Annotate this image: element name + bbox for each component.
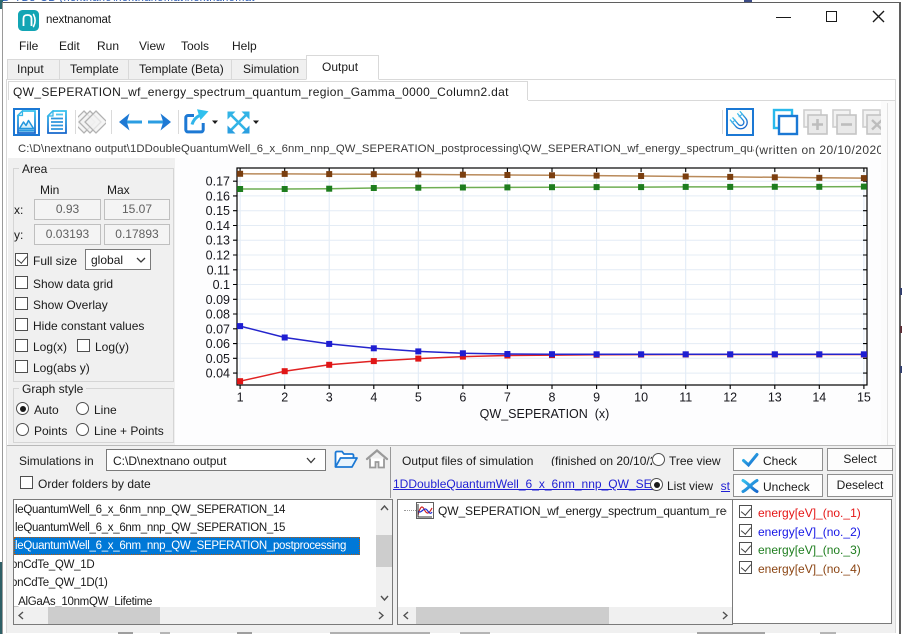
svg-text:QW_SEPERATION (x): QW_SEPERATION (x)	[480, 407, 610, 421]
svg-text:11: 11	[679, 391, 692, 405]
svg-text:0.12: 0.12	[206, 249, 230, 263]
svg-text:1: 1	[237, 391, 244, 405]
svg-text:15: 15	[857, 391, 871, 405]
svg-text:0.1: 0.1	[213, 278, 230, 292]
svg-text:5: 5	[415, 391, 422, 405]
svg-text:0.04: 0.04	[206, 367, 230, 381]
svg-text:7: 7	[504, 391, 511, 405]
svg-text:0.16: 0.16	[206, 189, 230, 203]
svg-text:10: 10	[634, 391, 648, 405]
svg-text:0.08: 0.08	[206, 308, 230, 322]
svg-text:12: 12	[723, 391, 737, 405]
svg-text:0.07: 0.07	[206, 322, 230, 336]
svg-text:9: 9	[593, 391, 600, 405]
svg-text:0.11: 0.11	[207, 263, 230, 277]
svg-text:0.17: 0.17	[206, 175, 230, 189]
svg-text:4: 4	[370, 391, 377, 405]
svg-text:6: 6	[459, 391, 466, 405]
svg-text:0.05: 0.05	[206, 352, 230, 366]
svg-text:2: 2	[281, 391, 288, 405]
svg-text:0.14: 0.14	[206, 219, 230, 233]
svg-text:13: 13	[768, 391, 782, 405]
svg-text:0.13: 0.13	[206, 234, 230, 248]
svg-text:8: 8	[549, 391, 556, 405]
svg-text:0.09: 0.09	[206, 293, 230, 307]
svg-text:0.15: 0.15	[206, 204, 230, 218]
svg-text:3: 3	[326, 391, 333, 405]
svg-text:0.06: 0.06	[206, 337, 230, 351]
svg-text:14: 14	[812, 391, 826, 405]
